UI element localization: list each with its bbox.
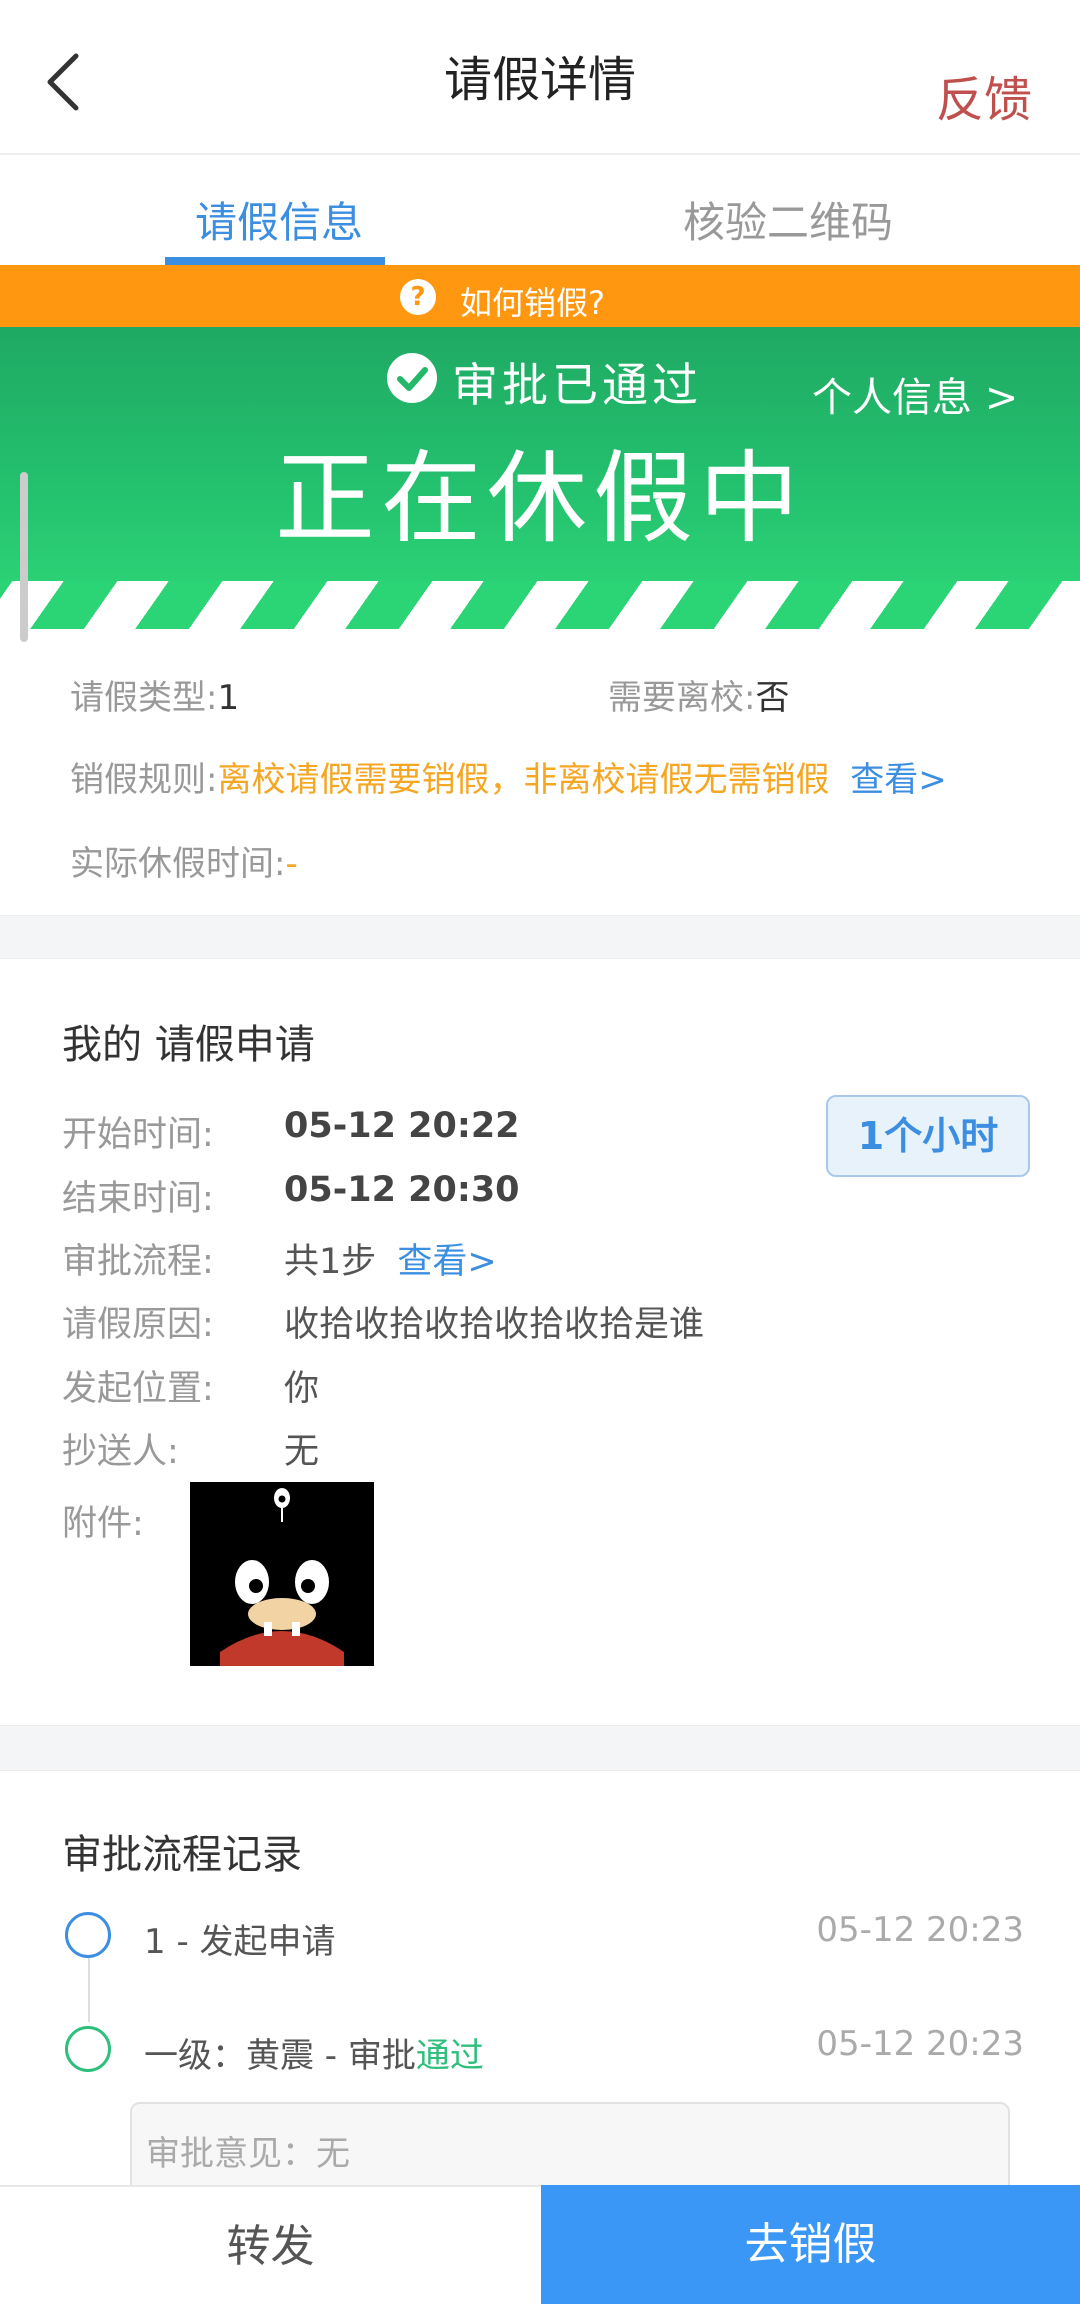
tab-active-indicator bbox=[165, 257, 385, 265]
actual-leave-label: 实际休假时间: bbox=[70, 844, 286, 884]
how-to-cancel-leave-banner[interactable]: ? 如何销假? bbox=[0, 265, 1080, 327]
cancel-rule-row: 销假规则:离校请假需要销假，非离校请假无需销假 查看> bbox=[70, 752, 947, 801]
timeline-step-2-time: 05-12 20:23 bbox=[816, 2024, 1024, 2064]
tab-bar: 请假信息 核验二维码 bbox=[0, 157, 1080, 265]
timeline-step-2: 一级：黄震 - 审批通过 bbox=[144, 2028, 484, 2077]
leave-state-text: 正在休假中 bbox=[275, 440, 805, 557]
feedback-button[interactable]: 反馈 bbox=[936, 60, 1032, 130]
location-value[interactable]: 你 bbox=[284, 1360, 319, 1411]
timeline-step-2-text: 一级：黄震 - 审批 bbox=[144, 2036, 416, 2076]
leave-type-label: 请假类型: bbox=[70, 678, 218, 718]
section-divider bbox=[0, 915, 1080, 959]
leave-school-row: 需要离校:否 bbox=[608, 670, 789, 719]
stripe-decoration bbox=[0, 581, 1080, 629]
timeline-step-1-time: 05-12 20:23 bbox=[816, 1910, 1024, 1950]
question-icon: ? bbox=[400, 279, 436, 315]
attachment-thumbnail[interactable] bbox=[190, 1482, 374, 1666]
duration-badge: 1个小时 bbox=[826, 1095, 1030, 1177]
check-circle-icon bbox=[387, 353, 437, 403]
cc-label: 抄送人: bbox=[62, 1432, 179, 1472]
leave-type-row: 请假类型:1 bbox=[70, 670, 239, 719]
leave-status-banner: 审批已通过 个人信息 > 正在休假中 bbox=[0, 327, 1080, 629]
approval-flow-value: 共1步 查看> bbox=[284, 1233, 497, 1284]
attachment-label: 附件: bbox=[62, 1504, 144, 1544]
leave-school-label: 需要离校: bbox=[608, 678, 756, 718]
location-label: 发起位置: bbox=[62, 1369, 214, 1409]
cc-value: 无 bbox=[284, 1432, 320, 1472]
end-time-label: 结束时间: bbox=[62, 1179, 214, 1219]
page-title: 请假详情 bbox=[443, 52, 636, 108]
approval-opinion: 审批意见：无 bbox=[146, 2134, 350, 2174]
approval-flow-steps: 共1步 bbox=[284, 1242, 377, 1282]
cancel-rule-view-link[interactable]: 查看> bbox=[850, 760, 947, 800]
cancel-rule-label: 销假规则: bbox=[70, 760, 218, 800]
timeline-circle-icon bbox=[65, 1912, 111, 1958]
tab-leave-info[interactable]: 请假信息 bbox=[195, 189, 363, 250]
scrollbar[interactable] bbox=[20, 472, 28, 642]
cancel-leave-button[interactable]: 去销假 bbox=[541, 2185, 1080, 2304]
header: 请假详情 反馈 bbox=[0, 0, 1080, 155]
section-divider bbox=[0, 1725, 1080, 1771]
approval-flow-view-link[interactable]: 查看> bbox=[397, 1242, 496, 1282]
timeline-circle-icon bbox=[65, 2026, 111, 2072]
approval-flow-label: 审批流程: bbox=[62, 1242, 214, 1282]
reason-value: 收拾收拾收拾收拾收拾是谁 bbox=[284, 1305, 705, 1345]
cancel-rule-value: 离校请假需要销假，非离校请假无需销假 bbox=[217, 760, 830, 800]
start-time-value: 05-12 20:22 bbox=[284, 1106, 520, 1146]
notice-label: 如何销假? bbox=[460, 284, 605, 322]
actual-leave-row: 实际休假时间:- bbox=[70, 836, 298, 885]
end-time-value: 05-12 20:30 bbox=[284, 1170, 520, 1210]
leave-type-value: 1 bbox=[217, 678, 240, 718]
timeline-step-2-result: 通过 bbox=[415, 2036, 484, 2076]
actual-leave-value: - bbox=[285, 844, 298, 884]
application-title: 我的 请假申请 bbox=[62, 1022, 315, 1068]
leave-school-value: 否 bbox=[755, 678, 790, 718]
approval-status: 审批已通过 bbox=[452, 358, 702, 412]
forward-button[interactable]: 转发 bbox=[0, 2185, 541, 2304]
timeline-step-1: 1 - 发起申请 bbox=[144, 1922, 336, 1962]
record-title: 审批流程记录 bbox=[62, 1832, 302, 1878]
timeline-connector bbox=[88, 1958, 90, 2022]
tab-qr-code[interactable]: 核验二维码 bbox=[683, 189, 893, 250]
personal-info-link[interactable]: 个人信息 > bbox=[812, 365, 1018, 423]
start-time-label: 开始时间: bbox=[62, 1115, 214, 1155]
reason-label: 请假原因: bbox=[62, 1305, 214, 1345]
bottom-action-bar: 转发 去销假 bbox=[0, 2185, 1080, 2304]
